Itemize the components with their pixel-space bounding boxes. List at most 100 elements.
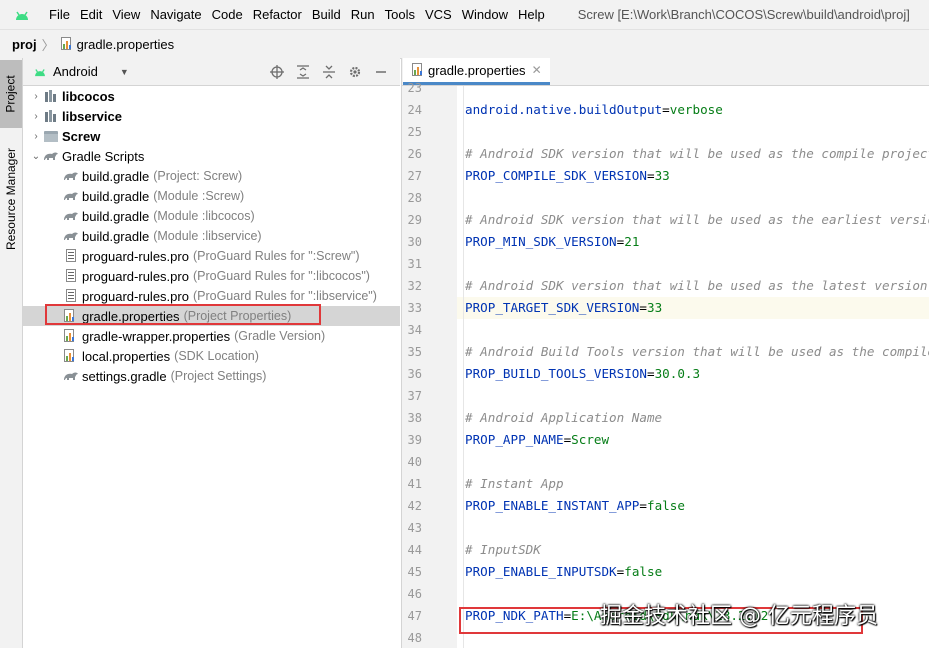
collapse-all-icon[interactable] [320, 63, 338, 81]
tree-row[interactable]: local.properties (SDK Location) [23, 346, 400, 366]
tree-row-hint: (ProGuard Rules for ":libservice") [192, 289, 377, 303]
properties-file-icon [411, 63, 424, 77]
property-value: 21 [624, 234, 640, 249]
project-view-selector[interactable]: Android [53, 64, 98, 79]
property-key: PROP_BUILD_TOOLS_VERSION [465, 366, 647, 381]
tree-row-label: Gradle Scripts [62, 148, 145, 164]
properties-file-icon [63, 329, 79, 343]
gear-icon[interactable] [346, 63, 364, 81]
tree-row-label: proguard-rules.pro [82, 268, 189, 284]
gradle-icon [63, 169, 79, 183]
select-opened-file-icon[interactable] [268, 63, 286, 81]
code-line: # Android Build Tools version that will … [465, 341, 929, 363]
project-panel-header: Android ▼ [23, 58, 400, 86]
properties-file-icon [60, 37, 73, 51]
line-number: 37 [407, 389, 422, 403]
code-line: PROP_COMPILE_SDK_VERSION=33 [465, 165, 670, 187]
tree-row[interactable]: › libcocos [23, 86, 400, 106]
chevron-right-icon[interactable]: › [29, 131, 43, 142]
line-number: 31 [407, 257, 422, 271]
tree-row[interactable]: gradle-wrapper.properties (Gradle Version… [23, 326, 400, 346]
menu-refactor[interactable]: Refactor [248, 7, 307, 22]
menu-code[interactable]: Code [207, 7, 248, 22]
tree-row[interactable]: build.gradle (Module :libcocos) [23, 206, 400, 226]
code-editor[interactable]: android.native.buildOutput=verbose # Andr… [457, 86, 929, 648]
code-line: # Android SDK version that will be used … [465, 275, 928, 297]
fold-margin-line [463, 86, 464, 648]
editor-tab-bar: gradle.properties ✕ [401, 58, 929, 86]
module-icon [43, 109, 59, 123]
code-line: PROP_ENABLE_INPUTSDK=false [465, 561, 662, 583]
property-key: PROP_ENABLE_INSTANT_APP [465, 498, 640, 513]
line-number: 45 [407, 565, 422, 579]
tree-row-label: proguard-rules.pro [82, 288, 189, 304]
line-number: 23 [407, 81, 422, 95]
tree-row[interactable]: proguard-rules.pro (ProGuard Rules for ":… [23, 246, 400, 266]
tree-row-label: Screw [62, 128, 101, 144]
menu-view[interactable]: View [107, 7, 145, 22]
line-number: 34 [407, 323, 422, 337]
minimize-icon[interactable] [372, 63, 390, 81]
tree-row[interactable]: build.gradle (Module :Screw) [23, 186, 400, 206]
text-file-icon [63, 269, 79, 283]
equals-sign: = [662, 102, 670, 117]
resource-manager-tool-tab[interactable]: Resource Manager [0, 134, 22, 264]
comment-text: # Android SDK version that will be used … [465, 212, 929, 227]
code-line: # Android Application Name [465, 407, 662, 429]
property-value: Screw [571, 432, 610, 447]
tree-row-label: settings.gradle [82, 368, 167, 384]
breadcrumb-root[interactable]: proj [12, 37, 37, 52]
project-tool-tab[interactable]: Project [0, 60, 22, 128]
gradle-icon [43, 149, 59, 163]
gradle-icon [63, 209, 79, 223]
line-number: 27 [407, 169, 422, 183]
menu-help[interactable]: Help [513, 7, 550, 22]
property-key: PROP_TARGET_SDK_VERSION [465, 300, 640, 315]
tree-row[interactable]: proguard-rules.pro (ProGuard Rules for ":… [23, 286, 400, 306]
property-value: 30.0.3 [654, 366, 701, 381]
tree-row-hint: (ProGuard Rules for ":Screw") [192, 249, 360, 263]
menu-vcs[interactable]: VCS [420, 7, 457, 22]
line-number: 43 [407, 521, 422, 535]
tree-row-hint: (Gradle Version) [234, 329, 326, 343]
tree-row-label: libservice [62, 108, 122, 124]
tree-row[interactable]: proguard-rules.pro (ProGuard Rules for ":… [23, 266, 400, 286]
comment-text: # Android SDK version that will be used … [465, 278, 928, 293]
line-number: 42 [407, 499, 422, 513]
line-number: 39 [407, 433, 422, 447]
close-icon[interactable]: ✕ [532, 63, 542, 77]
menu-window[interactable]: Window [457, 7, 513, 22]
breadcrumb-file[interactable]: gradle.properties [77, 37, 175, 52]
tree-row[interactable]: settings.gradle (Project Settings) [23, 366, 400, 386]
line-number: 48 [407, 631, 422, 645]
editor-tab-gradle-properties[interactable]: gradle.properties ✕ [403, 58, 550, 85]
tree-row[interactable]: build.gradle (Module :libservice) [23, 226, 400, 246]
menu-file[interactable]: File [44, 7, 75, 22]
folder-icon [43, 129, 59, 143]
menu-tools[interactable]: Tools [380, 7, 420, 22]
menu-bar: File Edit View Navigate Code Refactor Build Run… [0, 0, 929, 29]
line-number: 29 [407, 213, 422, 227]
line-number: 40 [407, 455, 422, 469]
chevron-down-icon[interactable]: ⌄ [29, 151, 43, 162]
chevron-right-icon[interactable]: › [29, 91, 43, 102]
properties-file-icon [63, 349, 79, 363]
menu-build[interactable]: Build [307, 7, 346, 22]
code-line: PROP_MIN_SDK_VERSION=21 [465, 231, 639, 253]
menu-navigate[interactable]: Navigate [145, 7, 206, 22]
tree-row[interactable]: ⌄ Gradle Scripts [23, 146, 400, 166]
tree-row-hint: (Module :libcocos) [153, 209, 255, 223]
tree-row[interactable]: › libservice [23, 106, 400, 126]
comment-text: # Android Application Name [465, 410, 663, 425]
line-number: 26 [407, 147, 422, 161]
menu-run[interactable]: Run [346, 7, 380, 22]
chevron-down-icon[interactable]: ▼ [120, 67, 129, 77]
tree-row[interactable]: › Screw [23, 126, 400, 146]
line-number-gutter: 23 24 25 26 27 28 29 30 31 32 33 34 35 36 37 38 39 40 41 42… [401, 81, 458, 648]
equals-sign: = [646, 366, 655, 381]
menu-edit[interactable]: Edit [75, 7, 107, 22]
expand-all-icon[interactable] [294, 63, 312, 81]
tree-row[interactable]: build.gradle (Project: Screw) [23, 166, 400, 186]
code-line: PROP_APP_NAME=Screw [465, 429, 609, 451]
chevron-right-icon[interactable]: › [29, 111, 43, 122]
